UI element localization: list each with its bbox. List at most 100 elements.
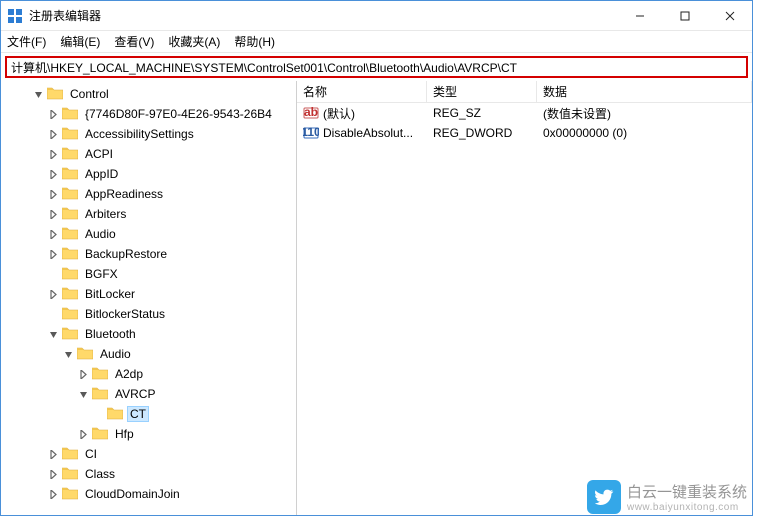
expander-open-icon[interactable]: [76, 387, 91, 402]
expander-closed-icon[interactable]: [46, 147, 61, 162]
value-row[interactable]: DisableAbsolut...REG_DWORD0x00000000 (0): [297, 123, 752, 143]
tree-node-label: CT: [127, 406, 149, 422]
tree-node[interactable]: CI: [1, 444, 296, 464]
folder-icon: [62, 206, 82, 223]
folder-icon: [62, 446, 82, 463]
tree-node[interactable]: Hfp: [1, 424, 296, 444]
tree-node-label: Audio: [82, 227, 119, 241]
value-string-icon: [303, 105, 319, 121]
tree-node[interactable]: Audio: [1, 344, 296, 364]
tree-node[interactable]: Audio: [1, 224, 296, 244]
folder-icon: [92, 386, 112, 403]
maximize-button[interactable]: [662, 1, 707, 30]
tree-node[interactable]: Control: [1, 84, 296, 104]
tree-node-label: CI: [82, 447, 100, 461]
tree-node[interactable]: CT: [1, 404, 296, 424]
tree-node[interactable]: AVRCP: [1, 384, 296, 404]
tree-node[interactable]: AppID: [1, 164, 296, 184]
folder-icon: [62, 466, 82, 483]
folder-icon: [62, 306, 82, 323]
value-data: (数值未设置): [537, 105, 752, 122]
expander-closed-icon[interactable]: [46, 227, 61, 242]
column-data[interactable]: 数据: [537, 81, 752, 102]
folder-icon: [47, 86, 67, 103]
folder-icon: [62, 246, 82, 263]
menubar: 文件(F) 编辑(E) 查看(V) 收藏夹(A) 帮助(H): [1, 31, 752, 53]
value-type: REG_SZ: [427, 106, 537, 120]
tree-node-label: Class: [82, 467, 118, 481]
folder-icon: [92, 426, 112, 443]
tree-node[interactable]: BitlockerStatus: [1, 304, 296, 324]
folder-icon: [62, 146, 82, 163]
values-body: (默认) REG_SZ(数值未设置)DisableAbsolut...REG_DW…: [297, 103, 752, 143]
tree-node[interactable]: ACPI: [1, 144, 296, 164]
close-button[interactable]: [707, 1, 752, 30]
tree-node-label: Bluetooth: [82, 327, 139, 341]
expander-closed-icon[interactable]: [46, 127, 61, 142]
menu-view[interactable]: 查看(V): [114, 33, 154, 50]
tree-node[interactable]: BackupRestore: [1, 244, 296, 264]
folder-icon: [62, 266, 82, 283]
tree-node[interactable]: CloudDomainJoin: [1, 484, 296, 504]
menu-favorites[interactable]: 收藏夹(A): [168, 33, 220, 50]
expander-closed-icon[interactable]: [46, 187, 61, 202]
menu-edit[interactable]: 编辑(E): [60, 33, 100, 50]
expander-open-icon[interactable]: [61, 347, 76, 362]
folder-icon: [62, 186, 82, 203]
tree-node-label: AppReadiness: [82, 187, 166, 201]
tree-node-label: Arbiters: [82, 207, 129, 221]
expander-none: [46, 267, 61, 282]
column-type[interactable]: 类型: [427, 81, 537, 102]
expander-none: [91, 407, 106, 422]
expander-open-icon[interactable]: [46, 327, 61, 342]
expander-closed-icon[interactable]: [46, 247, 61, 262]
tree-node[interactable]: AppReadiness: [1, 184, 296, 204]
app-icon: [7, 8, 23, 24]
tree-node[interactable]: A2dp: [1, 364, 296, 384]
tree-node-label: {7746D80F-97E0-4E26-9543-26B4: [82, 107, 275, 121]
value-name: (默认): [323, 105, 355, 122]
folder-icon: [62, 166, 82, 183]
tree-node[interactable]: BGFX: [1, 264, 296, 284]
expander-closed-icon[interactable]: [46, 207, 61, 222]
minimize-button[interactable]: [617, 1, 662, 30]
expander-closed-icon[interactable]: [46, 467, 61, 482]
folder-icon: [62, 126, 82, 143]
expander-open-icon[interactable]: [31, 87, 46, 102]
tree-node[interactable]: AccessibilitySettings: [1, 124, 296, 144]
folder-icon: [107, 406, 127, 423]
tree-node-label: BitlockerStatus: [82, 307, 168, 321]
menu-help[interactable]: 帮助(H): [234, 33, 275, 50]
tree-node[interactable]: Class: [1, 464, 296, 484]
expander-closed-icon[interactable]: [46, 487, 61, 502]
expander-none: [46, 307, 61, 322]
tree-node[interactable]: {7746D80F-97E0-4E26-9543-26B4: [1, 104, 296, 124]
address-bar[interactable]: 计算机\HKEY_LOCAL_MACHINE\SYSTEM\ControlSet…: [5, 56, 748, 78]
expander-closed-icon[interactable]: [76, 367, 91, 382]
tree-node[interactable]: BitLocker: [1, 284, 296, 304]
tree-node-label: Hfp: [112, 427, 137, 441]
value-data: 0x00000000 (0): [537, 126, 752, 140]
expander-closed-icon[interactable]: [46, 107, 61, 122]
content-area: Control {7746D80F-97E0-4E26-9543-26B4 Acce…: [1, 81, 752, 515]
window-controls: [617, 1, 752, 30]
tree-panel[interactable]: Control {7746D80F-97E0-4E26-9543-26B4 Acce…: [1, 81, 297, 515]
expander-closed-icon[interactable]: [76, 427, 91, 442]
menu-file[interactable]: 文件(F): [7, 33, 46, 50]
titlebar: 注册表编辑器: [1, 1, 752, 31]
folder-icon: [62, 326, 82, 343]
tree-node-label: Control: [67, 87, 112, 101]
expander-closed-icon[interactable]: [46, 287, 61, 302]
column-name[interactable]: 名称: [297, 81, 427, 102]
tree-node-label: Audio: [97, 347, 134, 361]
folder-icon: [62, 106, 82, 123]
folder-icon: [92, 366, 112, 383]
tree-node[interactable]: Bluetooth: [1, 324, 296, 344]
expander-closed-icon[interactable]: [46, 167, 61, 182]
expander-closed-icon[interactable]: [46, 447, 61, 462]
value-type: REG_DWORD: [427, 126, 537, 140]
value-row[interactable]: (默认) REG_SZ(数值未设置): [297, 103, 752, 123]
address-text: 计算机\HKEY_LOCAL_MACHINE\SYSTEM\ControlSet…: [11, 59, 517, 76]
tree-node-label: AccessibilitySettings: [82, 127, 197, 141]
tree-node[interactable]: Arbiters: [1, 204, 296, 224]
